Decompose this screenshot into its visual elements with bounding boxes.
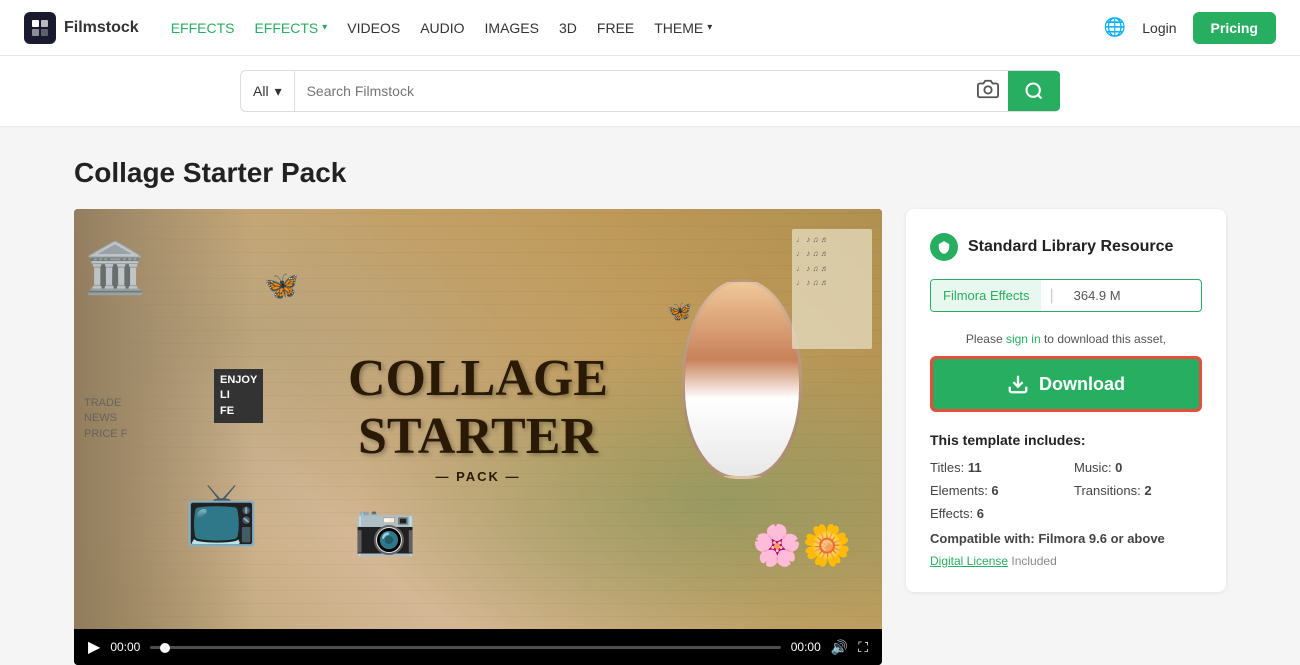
nav-effects-2[interactable]: EFFECTS ▾ — [254, 20, 327, 36]
download-icon — [1007, 373, 1029, 395]
video-collage: TRADENEWSPRICE F 🏛️ ENJOYLIFE 📺 📷 COLLAG… — [74, 209, 882, 629]
stat-music: Music: 0 — [1074, 460, 1202, 475]
butterfly-deco-2: 🦋 — [667, 299, 692, 324]
search-button[interactable] — [1008, 71, 1060, 111]
sidebar-panel: Standard Library Resource Filmora Effect… — [906, 209, 1226, 665]
main-nav: EFFECTS EFFECTS ▾ VIDEOS AUDIO IMAGES 3D… — [171, 20, 713, 36]
globe-icon[interactable]: 🌐 — [1104, 17, 1126, 38]
resource-header: Standard Library Resource — [930, 233, 1202, 261]
resource-title: Standard Library Resource — [968, 238, 1173, 256]
tv-icon-deco: 📺 — [184, 478, 259, 549]
search-input[interactable] — [295, 71, 967, 111]
sheet-music-deco: ♩ ♪ ♫ ♬♩ ♪ ♫ ♬♩ ♪ ♫ ♬♩ ♪ ♫ ♬ — [792, 229, 872, 349]
format-divider: | — [1041, 287, 1061, 305]
logo[interactable]: Filmstock — [24, 12, 139, 44]
progress-dot — [160, 643, 170, 653]
nav-images[interactable]: IMAGES — [485, 20, 539, 36]
fullscreen-icon[interactable]: ⛶ — [858, 639, 868, 656]
logo-icon — [24, 12, 56, 44]
stat-transitions: Transitions: 2 — [1074, 483, 1202, 498]
butterfly-deco: 🦋 — [264, 269, 299, 302]
camera-search-icon[interactable] — [967, 78, 1009, 105]
digital-license-row: Digital License Included — [930, 554, 1202, 568]
sign-in-link[interactable]: sign in — [1006, 332, 1041, 346]
stats-grid: Titles: 11 Music: 0 Elements: 6 Transiti… — [930, 460, 1202, 521]
header: Filmstock EFFECTS EFFECTS ▾ VIDEOS AUDIO… — [0, 0, 1300, 56]
format-size: 364.9 M — [1062, 280, 1133, 311]
camera-icon-deco: 📷 — [354, 500, 416, 559]
collage-title-line2: STARTER — [348, 408, 608, 465]
search-bar: All ▾ — [240, 70, 1060, 112]
login-button[interactable]: Login — [1142, 20, 1176, 36]
compatible-row: Compatible with: Filmora 9.6 or above — [930, 531, 1202, 546]
nav-theme[interactable]: THEME ▾ — [654, 20, 712, 36]
search-bar-container: All ▾ — [0, 56, 1300, 127]
enjoy-life-tile: ENJOYLIFE — [214, 369, 263, 423]
video-container: TRADENEWSPRICE F 🏛️ ENJOYLIFE 📺 📷 COLLAG… — [74, 209, 882, 665]
page-title: Collage Starter Pack — [74, 157, 1226, 189]
video-time-end: 00:00 — [791, 640, 821, 654]
content-layout: TRADENEWSPRICE F 🏛️ ENJOYLIFE 📺 📷 COLLAG… — [74, 209, 1226, 665]
sign-in-note: Please sign in to download this asset, — [930, 332, 1202, 346]
video-time-start: 00:00 — [110, 640, 140, 654]
nav-effects-1[interactable]: EFFECTS — [171, 20, 235, 36]
nav-videos[interactable]: VIDEOS — [347, 20, 400, 36]
digital-license-link[interactable]: Digital License — [930, 554, 1008, 568]
shield-icon — [930, 233, 958, 261]
play-button[interactable]: ▶ — [88, 637, 100, 657]
pricing-button[interactable]: Pricing — [1193, 12, 1276, 44]
format-label: Filmora Effects — [931, 280, 1041, 311]
chevron-down-icon-3: ▾ — [275, 83, 282, 100]
chevron-down-icon-2: ▾ — [707, 22, 712, 33]
woman-portrait-deco — [682, 279, 802, 479]
flower-deco: 🌸🌼 — [752, 522, 852, 569]
nav-3d[interactable]: 3D — [559, 20, 577, 36]
volume-icon[interactable]: 🔊 — [831, 639, 848, 656]
chevron-down-icon: ▾ — [322, 22, 327, 33]
nav-audio[interactable]: AUDIO — [420, 20, 464, 36]
nav-free[interactable]: FREE — [597, 20, 634, 36]
collage-text-overlay: COLLAGE STARTER — PACK — — [348, 350, 608, 487]
main-content: Collage Starter Pack TRADENEWSPRICE F 🏛️… — [50, 127, 1250, 665]
format-badge: Filmora Effects | 364.9 M — [930, 279, 1202, 312]
stat-elements: Elements: 6 — [930, 483, 1058, 498]
resource-card: Standard Library Resource Filmora Effect… — [906, 209, 1226, 592]
logo-text: Filmstock — [64, 19, 139, 37]
stat-effects: Effects: 6 — [930, 506, 1058, 521]
collage-title-line1: COLLAGE — [348, 350, 608, 407]
stat-titles: Titles: 11 — [930, 460, 1058, 475]
collage-dashes-deco: — PACK — — [348, 469, 608, 484]
video-thumbnail: TRADENEWSPRICE F 🏛️ ENJOYLIFE 📺 📷 COLLAG… — [74, 209, 882, 629]
capitol-deco: 🏛️ — [84, 239, 146, 298]
template-includes-label: This template includes: — [930, 432, 1202, 448]
search-category-dropdown[interactable]: All ▾ — [241, 71, 295, 111]
video-progress-bar[interactable] — [150, 646, 780, 649]
download-button[interactable]: Download — [930, 356, 1202, 412]
video-controls: ▶ 00:00 00:00 🔊 ⛶ — [74, 629, 882, 665]
header-right: 🌐 Login Pricing — [1104, 12, 1276, 44]
